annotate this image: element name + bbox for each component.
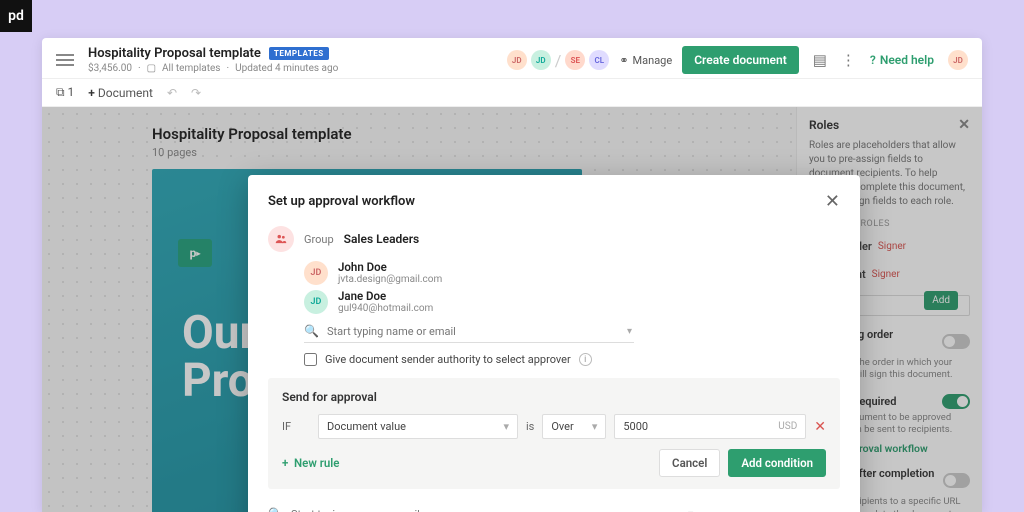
help-icon: ? [870, 53, 876, 67]
member-avatar: JD [304, 290, 328, 314]
member-search[interactable]: 🔍 ▾ [304, 320, 634, 343]
value-input[interactable]: 5000USD [614, 414, 806, 439]
redo-icon[interactable]: ↷ [191, 86, 201, 100]
new-rule-button[interactable]: + New rule [282, 456, 339, 470]
member-name: John Doe [338, 260, 442, 274]
avatar[interactable]: SE [565, 50, 585, 70]
field-select[interactable]: Document value▾ [318, 414, 518, 439]
delete-rule-icon[interactable]: ✕ [814, 419, 826, 435]
if-label: IF [282, 420, 310, 433]
people-icon: ⚭ [619, 54, 628, 67]
avatar[interactable]: JD [507, 50, 527, 70]
avatar[interactable]: CL [589, 50, 609, 70]
product-logo: pd [0, 0, 32, 32]
chevron-down-icon: ▾ [503, 420, 509, 433]
sender-authority-label: Give document sender authority to select… [325, 353, 571, 366]
avatar[interactable]: JD [531, 50, 551, 70]
updated-time: Updated 4 minutes ago [235, 63, 338, 74]
add-document-button[interactable]: + Document [88, 86, 153, 100]
sender-authority-row: Give document sender authority to select… [304, 353, 840, 366]
add-condition-button[interactable]: Add condition [728, 449, 826, 477]
rule-title: Send for approval [282, 390, 826, 404]
group-label: Group [304, 233, 334, 246]
member-row: JD Jane Doe gul940@hotmail.com [304, 289, 840, 314]
rule-box: Send for approval IF Document value▾ is … [268, 378, 840, 489]
member-name: Jane Doe [338, 289, 433, 303]
group-icon [268, 226, 294, 252]
search-icon: 🔍 [304, 324, 319, 338]
rule-cancel-button[interactable]: Cancel [659, 449, 720, 477]
currency-label: USD [778, 421, 797, 432]
comment-icon[interactable]: ▤ [813, 51, 827, 69]
search-icon: 🔍 [268, 507, 283, 512]
folder-name[interactable]: All templates [162, 63, 220, 74]
collaborator-avatars: JD JD / SE CL [507, 50, 610, 70]
member-email: jvta.design@gmail.com [338, 274, 442, 285]
price: $3,456.00 [88, 63, 132, 74]
user-avatar[interactable]: JD [948, 50, 968, 70]
kebab-icon[interactable]: ⋮ [841, 51, 856, 69]
menu-icon[interactable] [56, 51, 74, 69]
member-search-input[interactable] [327, 325, 634, 338]
chevron-down-icon: ▾ [592, 420, 598, 433]
chevron-down-icon[interactable]: ▾ [627, 326, 632, 337]
need-help-link[interactable]: ?Need help [870, 53, 934, 67]
approver-group-row: Group Sales Leaders [268, 226, 840, 252]
secondary-toolbar: ⧉ 1 + Document ↶ ↷ [42, 79, 982, 107]
avatar-sep: / [555, 51, 562, 70]
app-window: Hospitality Proposal template TEMPLATES … [42, 38, 982, 512]
copy-icon[interactable]: ⧉ 1 [56, 85, 74, 100]
approver-search[interactable]: 🔍 ▾ [268, 503, 699, 512]
is-label: is [526, 420, 534, 433]
doc-title: Hospitality Proposal template [88, 46, 261, 61]
folder-icon: ▢ [147, 63, 156, 74]
manage-button[interactable]: ⚭ Manage [619, 54, 672, 67]
templates-badge: TEMPLATES [269, 47, 329, 60]
member-row: JD John Doe jvta.design@gmail.com [304, 260, 840, 285]
approval-workflow-modal: Set up approval workflow ✕ Group Sales L… [248, 175, 860, 512]
close-icon[interactable]: ✕ [825, 191, 840, 212]
info-icon[interactable]: i [579, 353, 592, 366]
title-block: Hospitality Proposal template TEMPLATES … [88, 46, 507, 74]
approver-search-input[interactable] [291, 508, 699, 512]
sender-authority-checkbox[interactable] [304, 353, 317, 366]
rule-row: IF Document value▾ is Over▾ 5000USD ✕ [282, 414, 826, 439]
create-document-button[interactable]: Create document [682, 46, 799, 74]
operator-select[interactable]: Over▾ [542, 414, 606, 439]
member-avatar: JD [304, 261, 328, 285]
chevron-down-icon[interactable]: ▾ [688, 509, 693, 512]
topbar: Hospitality Proposal template TEMPLATES … [42, 38, 982, 79]
modal-title: Set up approval workflow [268, 194, 415, 209]
group-name: Sales Leaders [344, 232, 420, 246]
member-email: gul940@hotmail.com [338, 303, 433, 314]
undo-icon[interactable]: ↶ [167, 86, 177, 100]
main-area: Hospitality Proposal template 10 pages p… [42, 107, 982, 512]
